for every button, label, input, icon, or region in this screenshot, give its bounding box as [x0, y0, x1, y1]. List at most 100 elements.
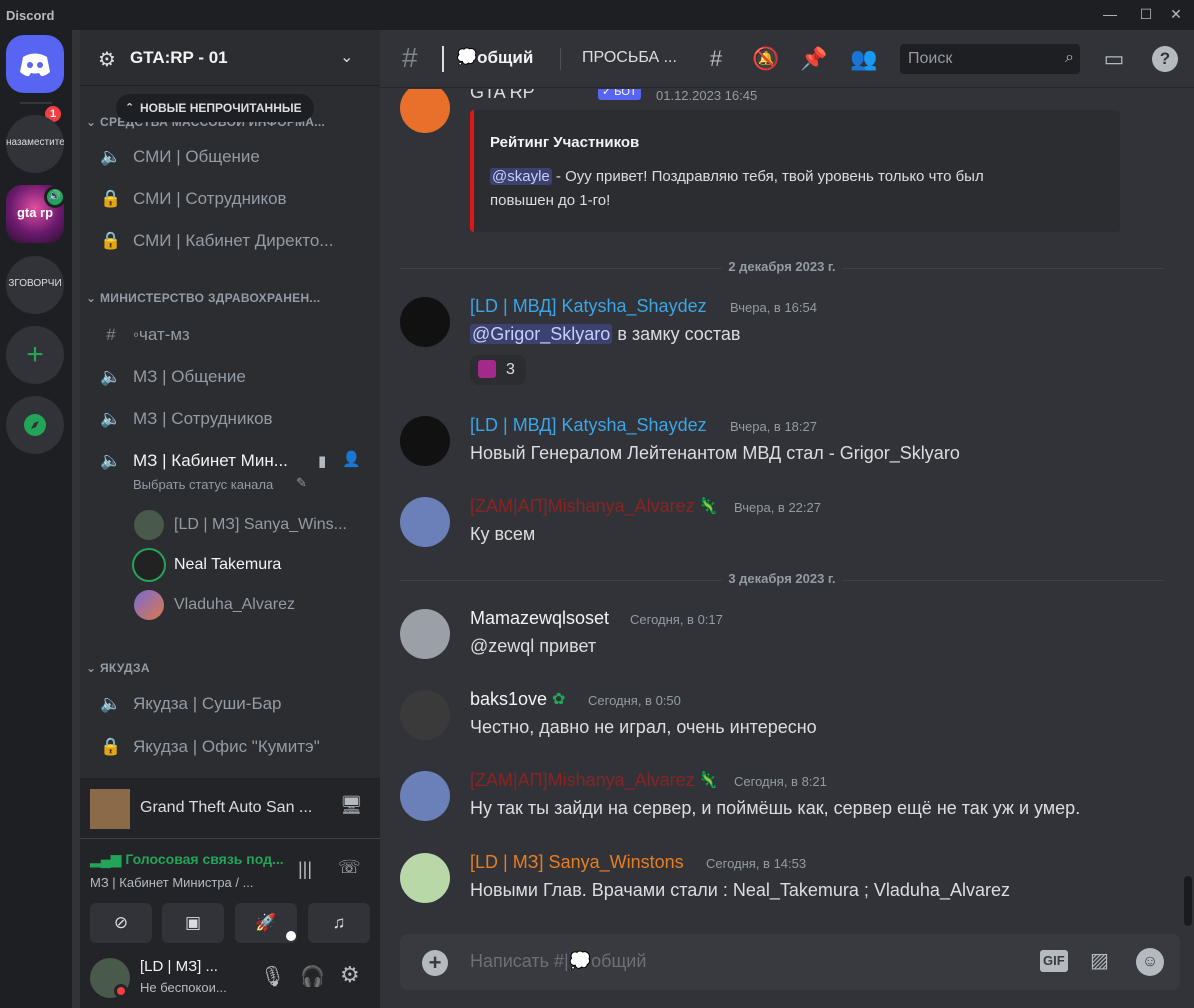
- mention[interactable]: @Grigor_Sklyaro: [470, 324, 613, 344]
- user-status[interactable]: Не беспокои...: [140, 980, 227, 995]
- screen-share-icon[interactable]: 🖥: [340, 795, 363, 816]
- headphones-icon[interactable]: 🎧: [300, 964, 325, 989]
- voice-user[interactable]: [LD | МЗ] Sanya_Wins...: [134, 506, 374, 542]
- gif-button[interactable]: GIF: [1040, 950, 1068, 972]
- voice-user[interactable]: Neal Takemura: [134, 546, 374, 582]
- new-unreads-pill[interactable]: ⌃ НОВЫЕ НЕПРОЧИТАННЫЕ: [116, 94, 314, 122]
- soundboard-button[interactable]: ♫: [308, 903, 370, 943]
- channel-smi-general[interactable]: 🔈 СМИ | Общение: [88, 140, 372, 174]
- channel-label: Якудза | Офис "Кумитэ": [133, 737, 320, 756]
- message-author[interactable]: [LD | МЗ] Sanya_Winstons: [470, 852, 684, 873]
- channel-name: 💭общий: [456, 48, 533, 68]
- message-author[interactable]: [LD | МВД] Katysha_Shaydez: [470, 415, 707, 436]
- sticker-icon[interactable]: ▨: [1090, 948, 1109, 973]
- message-author[interactable]: [ZAM|AП]Mishanya_Alvarez: [470, 496, 695, 517]
- speaker-icon: 🔈: [100, 147, 122, 166]
- plant-icon: ✿: [552, 691, 566, 708]
- app-name: Discord: [6, 8, 55, 23]
- disconnect-icon[interactable]: ☏: [338, 857, 361, 878]
- bell-muted-icon[interactable]: 🔕: [752, 46, 780, 72]
- explore-button[interactable]: [6, 396, 64, 454]
- channel-mz-minister[interactable]: 🔈 МЗ | Кабинет Мин... ▮ 👤 Выбрать статус…: [88, 444, 372, 496]
- message-author[interactable]: [ZAM|AП]Mishanya_Alvarez: [470, 770, 695, 791]
- channel-status[interactable]: Выбрать статус канала: [133, 477, 273, 492]
- message-author[interactable]: baks1ove: [470, 689, 547, 710]
- message-text: в замку состав: [612, 324, 741, 344]
- inbox-icon[interactable]: ▭: [1100, 46, 1128, 72]
- pencil-icon[interactable]: ✎: [296, 475, 307, 491]
- close-button[interactable]: ✕: [1166, 6, 1186, 24]
- help-icon[interactable]: ?: [1152, 46, 1178, 72]
- message-time: Вчера, в 22:27: [734, 500, 821, 515]
- game-cover: [90, 789, 130, 829]
- channel-label: МЗ | Кабинет Мин...: [133, 451, 288, 470]
- chevron-up-icon: ⌃: [125, 102, 135, 114]
- voice-channel-name[interactable]: МЗ | Кабинет Министра / ...: [90, 875, 253, 890]
- channel-chat-mz[interactable]: # ◦чат-мз: [88, 318, 372, 352]
- attach-plus-icon[interactable]: +: [422, 950, 448, 976]
- server-icon[interactable]: ЗГОВОРЧИ: [6, 256, 64, 314]
- avatar[interactable]: [400, 771, 450, 821]
- user-name[interactable]: [LD | МЗ] ...: [140, 958, 218, 975]
- composer-prefix: Написать #|: [470, 951, 569, 971]
- home-button[interactable]: [6, 35, 64, 93]
- activity-panel[interactable]: Grand Theft Auto San ... 🖥: [80, 778, 380, 838]
- channel-yakuza-office[interactable]: 🔒 Якудза | Офис "Кумитэ": [88, 730, 372, 764]
- speaker-icon: 🔈: [100, 367, 122, 386]
- threads-icon[interactable]: #: [702, 46, 730, 72]
- avatar[interactable]: [400, 416, 450, 466]
- chevron-down-icon: ⌄: [340, 49, 354, 66]
- add-server-button[interactable]: +: [6, 326, 64, 384]
- pin-icon[interactable]: 📌: [800, 46, 828, 72]
- channel-mz-general[interactable]: 🔈 МЗ | Общение: [88, 360, 372, 394]
- maximize-button[interactable]: ☐: [1136, 6, 1156, 24]
- search-input[interactable]: Поиск ⌕: [900, 44, 1080, 74]
- settings-gear-icon[interactable]: ⚙: [340, 962, 360, 988]
- message-composer[interactable]: + Написать #|💭общий GIF ▨ ☺: [400, 934, 1180, 990]
- emoji-icon: [478, 360, 496, 378]
- avatar[interactable]: [400, 853, 450, 903]
- voice-status-label: Голосовая связь под...: [125, 851, 284, 867]
- server-icon[interactable]: назаместите: [6, 115, 64, 173]
- server-header[interactable]: ⚙ GTA:RP - 01 ⌄: [80, 30, 380, 86]
- avatar[interactable]: [400, 609, 450, 659]
- avatar[interactable]: [400, 89, 450, 133]
- message-author[interactable]: Mamazewqlsoset: [470, 608, 609, 629]
- channel-mz-staff[interactable]: 🔈 МЗ | Сотрудников: [88, 402, 372, 436]
- chat-bubble-icon[interactable]: ▮: [318, 452, 326, 470]
- voice-active-icon: 🔊: [44, 186, 66, 208]
- mention[interactable]: @skayle: [490, 168, 552, 185]
- channel-smi-staff[interactable]: 🔒 СМИ | Сотрудников: [88, 182, 372, 216]
- minimize-button[interactable]: —: [1100, 6, 1120, 24]
- voice-user[interactable]: Vladuha_Alvarez: [134, 586, 374, 622]
- reaction[interactable]: 3: [470, 355, 526, 385]
- add-member-icon[interactable]: 👤: [342, 450, 361, 468]
- category-label: МИНИСТЕРСТВО ЗДРАВОХРАНЕН...: [100, 291, 321, 305]
- voice-panel: ▂▄▆ Голосовая связь под... МЗ | Кабинет …: [80, 838, 380, 948]
- hashtag-icon: #: [402, 42, 418, 73]
- date-divider: 2 декабря 2023 г.: [400, 259, 1164, 274]
- noise-suppression-icon[interactable]: |||: [298, 859, 312, 880]
- camera-off-button[interactable]: ⊘: [90, 903, 152, 943]
- screen-share-button[interactable]: ▣: [162, 903, 224, 943]
- date-label: 3 декабря 2023 г.: [722, 571, 842, 586]
- avatar[interactable]: [400, 690, 450, 740]
- thread-link[interactable]: ПРОСЬБА ...: [582, 49, 677, 67]
- scrollbar[interactable]: [1184, 876, 1192, 926]
- members-icon[interactable]: 👥: [850, 46, 878, 72]
- lizard-icon: 🦎: [698, 772, 718, 789]
- avatar[interactable]: [400, 297, 450, 347]
- channel-header: # 💭общий ПРОСЬБА ... # 🔕 📌 👥 Поиск ⌕ ▭ ?: [380, 30, 1194, 88]
- voice-status[interactable]: ▂▄▆ Голосовая связь под...: [90, 851, 284, 868]
- message-list: GTA RP ✓ БОТ 01.12.2023 16:45 Рейтинг Уч…: [380, 89, 1186, 919]
- category-health[interactable]: ⌄ МИНИСТЕРСТВО ЗДРАВОХРАНЕН...: [86, 291, 366, 305]
- message-time: Сегодня, в 0:17: [630, 612, 723, 627]
- category-yakuza[interactable]: ⌄ ЯКУДЗА: [86, 661, 366, 675]
- message-author[interactable]: [LD | МВД] Katysha_Shaydez: [470, 296, 707, 317]
- channel-yakuza-sushi[interactable]: 🔈 Якудза | Суши-Бар: [88, 687, 372, 721]
- microphone-icon[interactable]: 🎙: [260, 964, 285, 989]
- message-author[interactable]: GTA RP: [470, 89, 535, 103]
- channel-smi-director[interactable]: 🔒 СМИ | Кабинет Директо...: [88, 224, 372, 258]
- avatar[interactable]: [400, 497, 450, 547]
- emoji-picker-icon[interactable]: ☺: [1136, 948, 1164, 976]
